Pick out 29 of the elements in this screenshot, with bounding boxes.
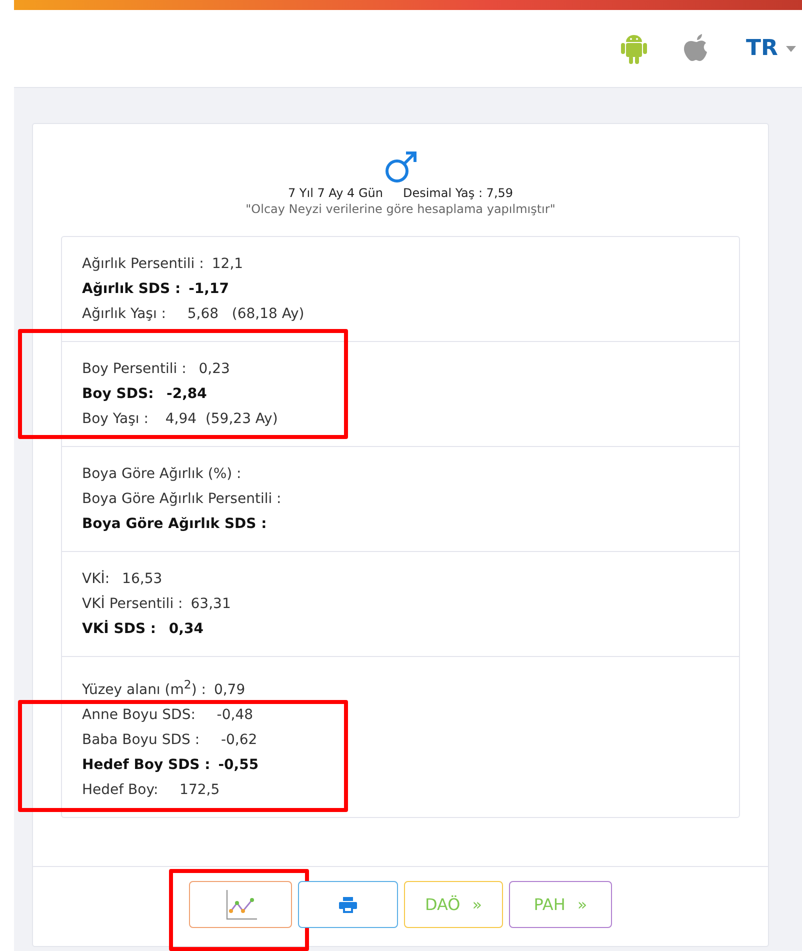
age-text: 7 Yıl 7 Ay 4 Gün bbox=[288, 186, 383, 200]
chart-button[interactable] bbox=[189, 881, 292, 928]
result-line: Ağırlık Persentili : 12,1 bbox=[82, 255, 244, 274]
result-line: Anne Boyu SDS: -0,48 bbox=[82, 706, 254, 725]
result-line: Boya Göre Ağırlık (%) : bbox=[82, 465, 242, 484]
result-line: Ağırlık Yaşı : 5,68 (68,18 Ay) bbox=[82, 305, 306, 324]
result-line: Boya Göre Ağırlık SDS : bbox=[82, 515, 268, 534]
result-line: Ağırlık SDS : -1,17 bbox=[82, 280, 230, 299]
result-line: Yüzey alanı (m$^{2}$) : 0,79 bbox=[82, 676, 246, 700]
source-note: "Olcay Neyzi verilerine göre hesaplama yapılmıştır" bbox=[246, 202, 556, 216]
line-chart-icon bbox=[224, 888, 258, 922]
result-line: Boy Yaşı : 4,94 (59,23 Ay) bbox=[82, 410, 279, 429]
result-line: Hedef Boy SDS : -0,55 bbox=[82, 756, 260, 775]
result-line: Boy Persentili : 0,23 bbox=[82, 360, 231, 379]
caret-icon[interactable] bbox=[786, 46, 796, 52]
print-icon bbox=[339, 896, 357, 912]
result-line: Baba Boyu SDS : -0,62 bbox=[82, 730, 258, 750]
result-line: Boy SDS: -2,84 bbox=[82, 385, 208, 404]
result-line: VKİ: 16,53 bbox=[82, 569, 164, 589]
print-button[interactable] bbox=[298, 881, 398, 928]
male-symbol-icon bbox=[384, 150, 418, 184]
result-line: Boya Göre Ağırlık Persentili : bbox=[82, 490, 282, 509]
result-line: VKİ SDS : 0,34 bbox=[82, 619, 204, 639]
navigation-button[interactable]: PAH » bbox=[509, 881, 612, 928]
decimal-age-text: Desimal Yaş : 7,59 bbox=[402, 186, 514, 200]
language-selector[interactable]: TR bbox=[746, 36, 778, 61]
navigation-button[interactable]: DAÖ » bbox=[404, 881, 503, 928]
result-line: Hedef Boy: 172,5 bbox=[82, 780, 221, 800]
result-line: VKİ Persentili : 63,31 bbox=[82, 594, 232, 614]
